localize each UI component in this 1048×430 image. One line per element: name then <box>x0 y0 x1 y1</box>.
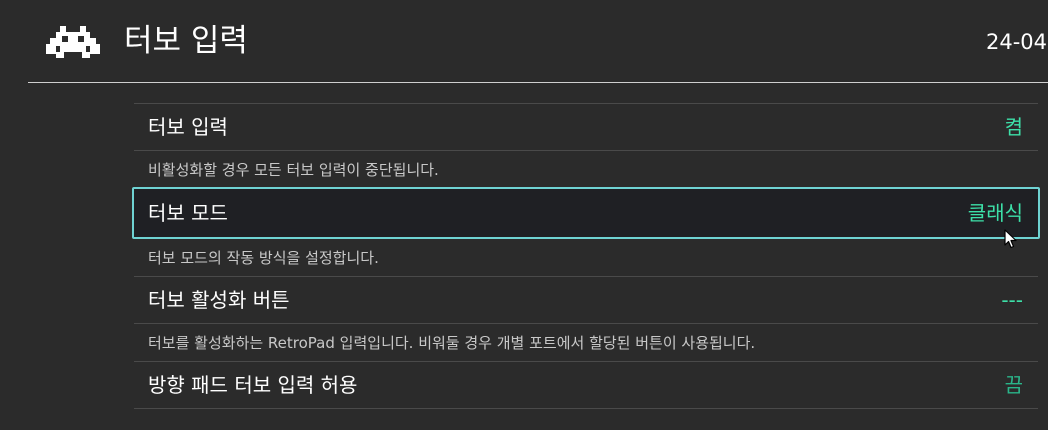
setting-value[interactable]: 켬 <box>1005 114 1023 140</box>
setting-value[interactable]: 클래식 <box>968 200 1023 226</box>
description-text: 터보를 활성화하는 RetroPad 입력입니다. 비워둘 경우 개별 포트에서… <box>148 334 756 352</box>
setting-description: 터보를 활성화하는 RetroPad 입력입니다. 비워둘 경우 개별 포트에서… <box>134 323 1038 361</box>
page-title: 터보 입력 <box>124 23 248 59</box>
setting-value[interactable]: --- <box>1001 287 1023 313</box>
settings-screen: 터보 입력 24-04 터보 입력 켬 비활성화할 경우 모든 터보 입력이 중… <box>0 0 1048 430</box>
list-divider <box>134 408 1038 409</box>
setting-dpad-turbo[interactable]: 방향 패드 터보 입력 허용 끔 <box>134 361 1038 408</box>
setting-label: 터보 입력 <box>148 115 228 139</box>
header-divider <box>28 82 1048 83</box>
setting-label: 방향 패드 터보 입력 허용 <box>148 373 358 397</box>
setting-turbo-mode[interactable]: 터보 모드 클래식 <box>132 187 1040 239</box>
retroarch-invader-icon <box>46 26 100 58</box>
setting-value[interactable]: 끔 <box>1005 372 1023 398</box>
setting-description: 비활성화할 경우 모든 터보 입력이 중단됩니다. <box>134 150 1038 188</box>
header: 터보 입력 24-04 <box>0 0 1048 82</box>
description-text: 비활성화할 경우 모든 터보 입력이 중단됩니다. <box>148 161 439 179</box>
setting-description: 터보 모드의 작동 방식을 설정합니다. <box>134 239 1038 276</box>
setting-label: 터보 모드 <box>148 201 228 225</box>
clock: 24-04 <box>986 30 1048 54</box>
setting-label: 터보 활성화 버튼 <box>148 288 290 312</box>
mouse-pointer-icon <box>1004 229 1017 249</box>
setting-turbo-button[interactable]: 터보 활성화 버튼 --- <box>134 276 1038 323</box>
description-text: 터보 모드의 작동 방식을 설정합니다. <box>148 249 379 267</box>
setting-turbo-input[interactable]: 터보 입력 켬 <box>134 103 1038 150</box>
settings-list: 터보 입력 켬 비활성화할 경우 모든 터보 입력이 중단됩니다. 터보 모드 … <box>132 103 1040 409</box>
